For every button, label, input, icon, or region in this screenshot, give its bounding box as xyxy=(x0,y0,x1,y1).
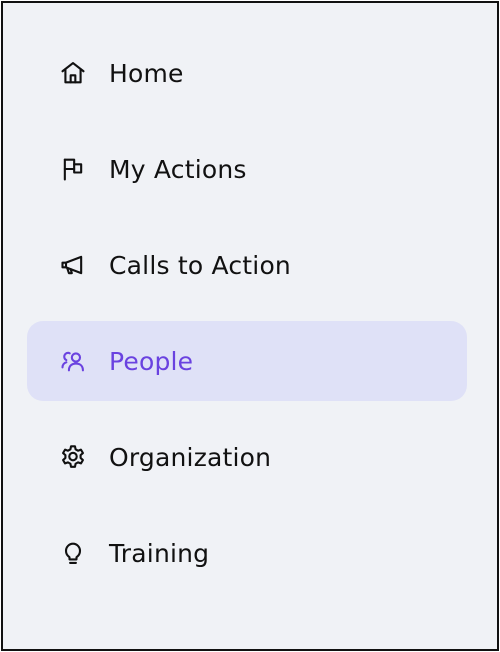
megaphone-icon xyxy=(59,251,87,279)
sidebar-frame: Home My Actions Calls to Action People O… xyxy=(1,1,499,651)
sidebar-nav: Home My Actions Calls to Action People O… xyxy=(3,3,497,649)
sidebar-item-organization[interactable]: Organization xyxy=(27,417,467,497)
lightbulb-icon xyxy=(59,539,87,567)
sidebar-item-label: Calls to Action xyxy=(109,250,291,280)
sidebar-item-label: Home xyxy=(109,58,184,88)
home-icon xyxy=(59,59,87,87)
sidebar-item-calls-to-action[interactable]: Calls to Action xyxy=(27,225,467,305)
people-icon xyxy=(59,347,87,375)
sidebar-item-label: My Actions xyxy=(109,154,247,184)
sidebar-item-people[interactable]: People xyxy=(27,321,467,401)
sidebar-item-label: People xyxy=(109,346,194,376)
sidebar-item-label: Organization xyxy=(109,442,272,472)
sidebar-item-training[interactable]: Training xyxy=(27,513,467,593)
sidebar-item-my-actions[interactable]: My Actions xyxy=(27,129,467,209)
sidebar-item-label: Training xyxy=(109,538,210,568)
flag-icon xyxy=(59,155,87,183)
gear-icon xyxy=(59,443,87,471)
sidebar-item-home[interactable]: Home xyxy=(27,33,467,113)
